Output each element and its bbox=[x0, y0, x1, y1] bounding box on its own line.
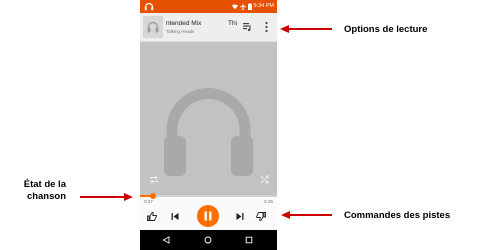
annotation-etat-line1: État de la bbox=[23, 179, 66, 190]
now-playing-header[interactable]: ntended Mix Talking Heads Thi bbox=[140, 13, 277, 42]
battery-icon bbox=[247, 3, 252, 10]
album-art-headphones-icon bbox=[164, 88, 253, 176]
annotation-etat: État de la chanson bbox=[8, 179, 66, 203]
repeat-icon[interactable] bbox=[149, 175, 159, 184]
home-icon[interactable] bbox=[204, 236, 212, 244]
status-bar: 5:34 PM bbox=[140, 0, 277, 13]
thumb-down-icon[interactable] bbox=[256, 212, 266, 221]
previous-icon[interactable] bbox=[171, 212, 179, 221]
album-art bbox=[140, 42, 277, 195]
track-controls bbox=[140, 204, 277, 228]
song-title: ntended Mix bbox=[166, 20, 202, 27]
pause-button[interactable] bbox=[197, 205, 219, 227]
album-thumbnail[interactable] bbox=[143, 16, 163, 38]
arrow-commandes bbox=[281, 211, 332, 219]
thumb-up-icon[interactable] bbox=[147, 212, 157, 221]
headphones-status-icon bbox=[144, 2, 154, 11]
status-time: 5:34 PM bbox=[253, 3, 274, 9]
annotation-options: Options de lecture bbox=[344, 24, 428, 35]
more-options-icon[interactable] bbox=[264, 21, 269, 33]
next-icon[interactable] bbox=[236, 212, 244, 221]
pause-icon bbox=[204, 211, 212, 221]
headphones-icon bbox=[147, 21, 159, 33]
song-progress-bar[interactable] bbox=[140, 193, 277, 199]
arrow-etat bbox=[80, 193, 133, 201]
music-player-screen: 5:34 PM ntended Mix Talking Heads Thi 0:… bbox=[140, 0, 277, 250]
wifi-icon bbox=[231, 4, 238, 9]
arrow-options bbox=[280, 25, 332, 33]
song-artist: Talking Heads bbox=[166, 29, 195, 34]
recents-icon[interactable] bbox=[245, 236, 253, 244]
annotation-commandes: Commandes des pistes bbox=[344, 210, 451, 221]
playlist-icon[interactable] bbox=[243, 22, 252, 31]
annotation-etat-line2: chanson bbox=[26, 191, 66, 202]
airplane-icon bbox=[239, 3, 246, 10]
shuffle-icon[interactable] bbox=[260, 175, 269, 184]
back-icon[interactable] bbox=[162, 236, 170, 244]
next-song-title: Thi bbox=[228, 20, 238, 27]
status-icons: 5:34 PM bbox=[231, 2, 274, 11]
navigation-bar bbox=[140, 230, 277, 250]
